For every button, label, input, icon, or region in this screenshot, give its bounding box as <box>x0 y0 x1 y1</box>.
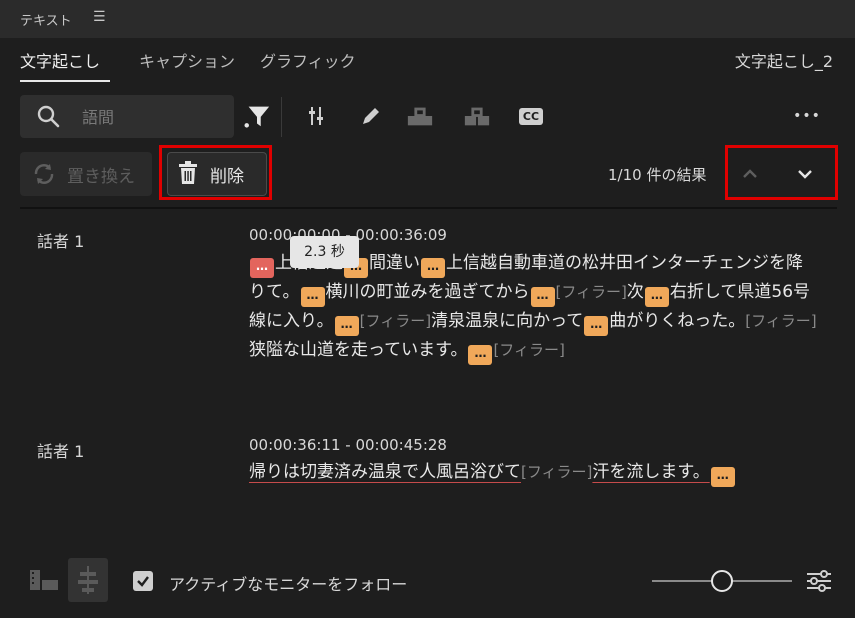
transcript-word[interactable]: 間違い <box>369 253 420 273</box>
divider <box>20 207 837 209</box>
panel-header <box>0 0 855 38</box>
hamburger-icon[interactable]: ☰ <box>93 9 106 25</box>
sequence-name: 文字起こし_2 <box>734 52 833 71</box>
more-icon[interactable]: ••• <box>792 102 822 130</box>
transcript-word[interactable]: 狭隘な山道を走っています。 <box>249 340 467 360</box>
filler-word[interactable]: [フィラー] <box>493 341 564 359</box>
active-tab-indicator <box>20 80 110 82</box>
toolbar-separator <box>281 97 282 137</box>
pause-marker[interactable]: … <box>421 258 445 278</box>
filler-word[interactable]: [フィラー] <box>556 283 627 301</box>
delete-label: 削除 <box>210 167 244 187</box>
filler-word[interactable]: [フィラー] <box>360 312 431 330</box>
pause-marker[interactable]: … <box>644 287 669 307</box>
search-icon <box>36 104 62 130</box>
transcript-word[interactable]: 清泉温泉に向かって <box>431 311 583 331</box>
previous-result-button[interactable] <box>735 160 765 188</box>
pause-marker[interactable]: … <box>584 316 609 336</box>
pause-duration-tooltip: 2.3 秒 <box>290 236 359 268</box>
search-input[interactable] <box>80 104 224 130</box>
results-count: 1/10 件の結果 <box>608 166 707 184</box>
chevron-down-icon <box>798 170 812 179</box>
zoom-slider-thumb[interactable] <box>711 570 733 592</box>
pause-marker[interactable]: … <box>300 287 325 307</box>
cc-icon[interactable]: CC <box>516 102 546 130</box>
transcript-word[interactable]: 次 <box>627 282 644 302</box>
cc-label: CC <box>518 107 544 125</box>
segment-timecode: 00:00:36:11 - 00:00:45:28 <box>249 436 447 454</box>
sliders-icon[interactable] <box>302 102 330 130</box>
settings-sliders-icon[interactable] <box>804 566 834 596</box>
follow-monitor-label: アクティブなモニターをフォロー <box>169 575 408 594</box>
merge-clips-icon[interactable] <box>406 102 434 130</box>
transcript-word[interactable]: 帰りは切妻済み温泉で人風呂浴びて <box>249 462 521 482</box>
transcript-text[interactable]: 帰りは切妻済み温泉で人風呂浴びて[フィラー]汗を流します。… <box>249 458 819 487</box>
speaker-label[interactable]: 話者 1 <box>37 438 84 462</box>
pause-marker[interactable]: … <box>530 287 555 307</box>
trash-icon <box>176 160 200 190</box>
checkmark-icon <box>137 576 149 587</box>
filler-word[interactable]: [フィラー] <box>745 312 816 330</box>
transcript-word[interactable]: 曲がりくねった。 <box>609 311 745 331</box>
speaker-label[interactable]: 話者 1 <box>37 228 84 252</box>
filter-icon[interactable] <box>243 102 271 130</box>
pencil-icon[interactable] <box>357 102 385 130</box>
panel-title: テキスト <box>20 14 72 29</box>
pause-marker[interactable]: … <box>710 467 735 487</box>
replace-icon <box>32 162 56 190</box>
tab-transcript[interactable]: 文字起こし <box>20 48 100 72</box>
transcript-word[interactable]: 汗を流します。 <box>592 462 709 482</box>
filler-word[interactable]: [フィラー] <box>521 463 592 481</box>
chevron-up-icon <box>743 169 757 178</box>
replace-label: 置き換え <box>67 167 135 187</box>
tab-graphics[interactable]: グラフィック <box>260 48 356 72</box>
follow-monitor-checkbox[interactable] <box>133 571 153 591</box>
pause-marker[interactable]: … <box>468 345 493 365</box>
tab-captions[interactable]: キャプション <box>139 48 235 72</box>
split-clips-icon[interactable] <box>463 102 491 130</box>
next-result-button[interactable] <box>790 160 820 188</box>
pause-marker[interactable]: … <box>250 258 274 278</box>
pause-marker[interactable]: … <box>334 316 359 336</box>
sync-edits-icon[interactable] <box>68 558 108 602</box>
transcript-word[interactable]: 横川の町並みを過ぎてから <box>326 282 530 302</box>
timeline-sync-icon[interactable] <box>24 558 64 602</box>
